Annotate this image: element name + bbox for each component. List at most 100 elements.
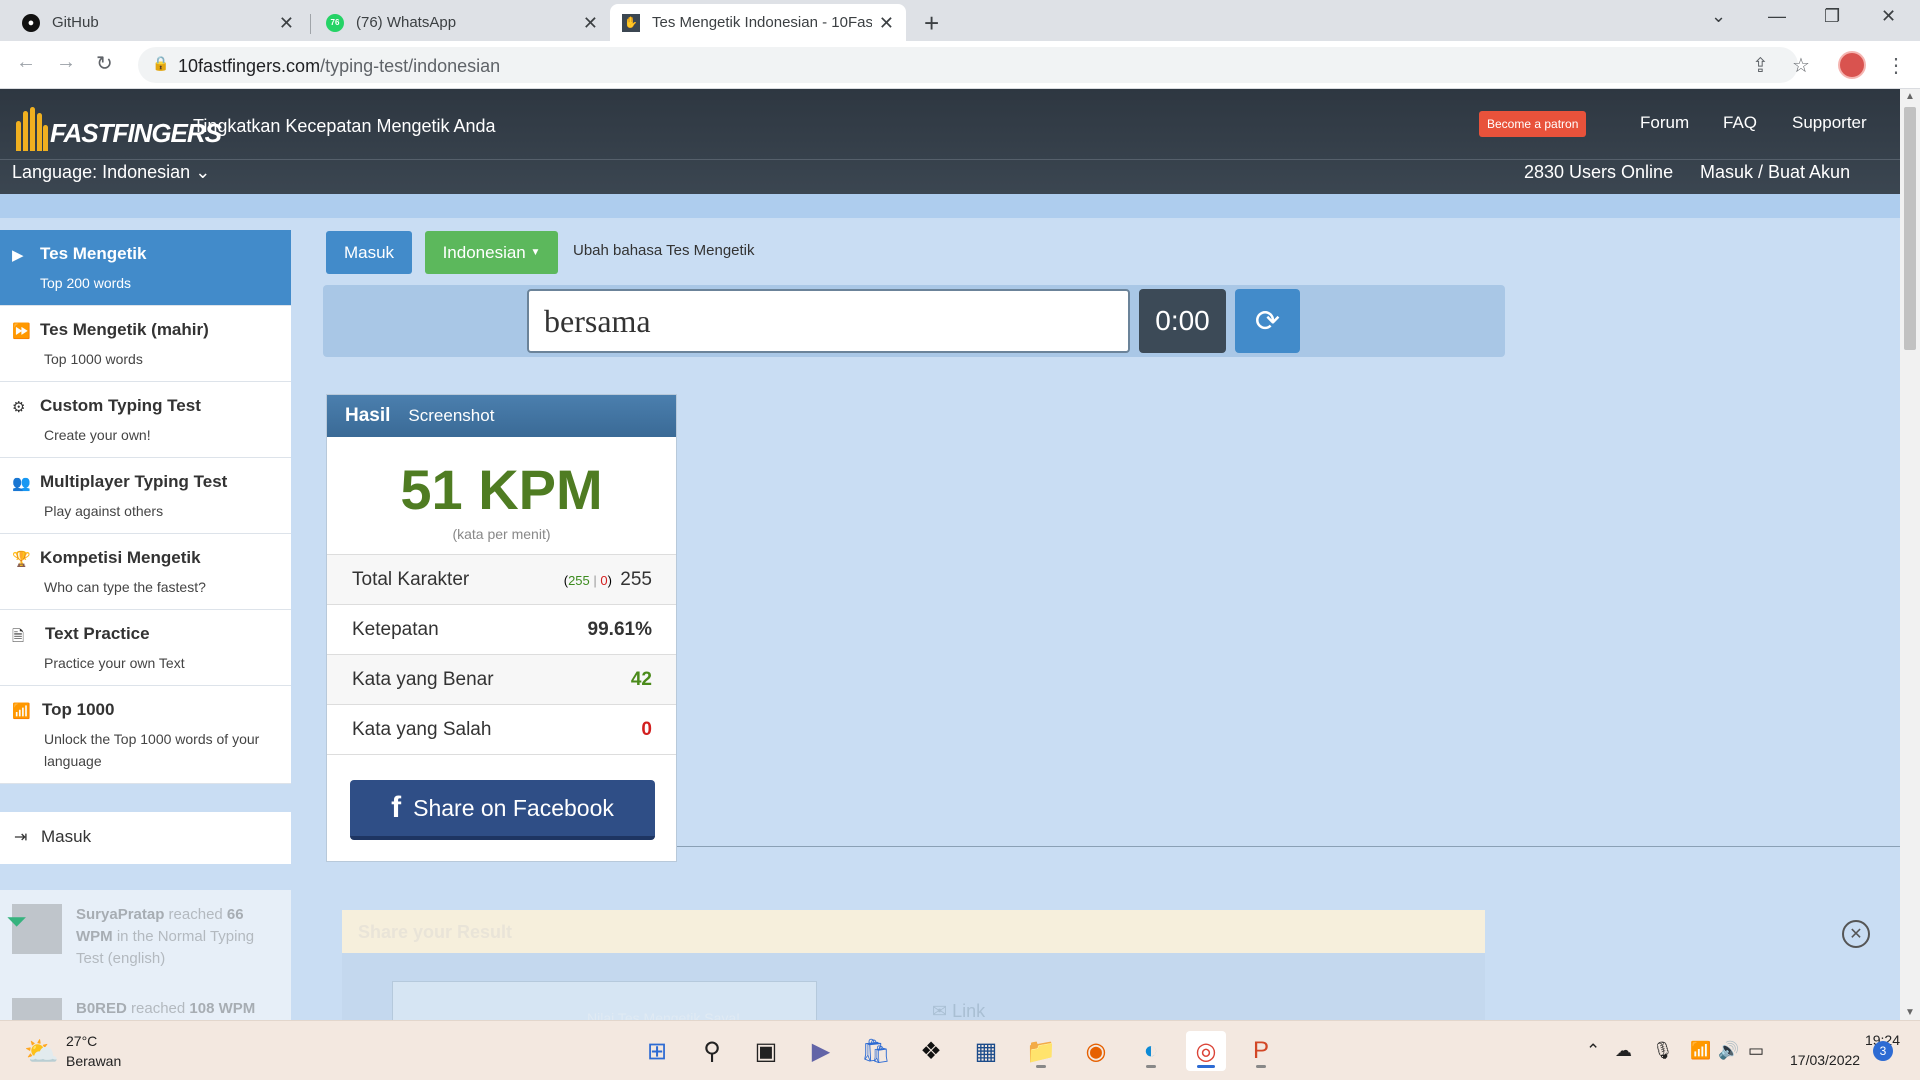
chat-icon: ▶ — [811, 1037, 831, 1065]
language-dropdown-button[interactable]: Indonesian ▼ — [425, 231, 558, 274]
chevron-up-icon[interactable]: ⌃ — [1586, 1041, 1600, 1061]
profile-avatar[interactable] — [1838, 51, 1866, 79]
sidebar-item-title: Tes Mengetik (mahir) — [40, 320, 209, 339]
new-tab-button[interactable]: + — [924, 8, 939, 39]
task-view-icon: ▣ — [754, 1037, 778, 1065]
10fastfingers-icon: ✋ — [622, 13, 640, 32]
sidebar-item-typing-test[interactable]: ▶ Tes Mengetik Top 200 words — [0, 230, 291, 306]
restore-icon[interactable]: ❐ — [1824, 6, 1840, 27]
search-button[interactable]: ⚲ — [692, 1031, 732, 1071]
sidebar-item-top-1000[interactable]: 📶 Top 1000 Unlock the Top 1000 words of … — [0, 686, 291, 784]
caret-down-icon: ▼ — [530, 247, 541, 258]
task-view-button[interactable]: ▣ — [746, 1031, 786, 1071]
microphone-icon[interactable]: 🎙 — [1652, 1041, 1674, 1061]
weather-description[interactable]: Berawan — [66, 1053, 121, 1069]
close-tab-icon[interactable]: ✕ — [279, 13, 294, 34]
battery-icon[interactable]: ▭ — [1748, 1041, 1764, 1061]
sidebar-item-custom-test[interactable]: ⚙ Custom Typing Test Create your own! — [0, 382, 291, 458]
app-icon: ▦ — [974, 1037, 998, 1065]
close-tab-icon[interactable]: ✕ — [879, 13, 894, 34]
wrong-words-value: 0 — [641, 719, 652, 740]
tab-title: Tes Mengetik Indonesian - 10Fas — [652, 14, 872, 31]
nav-faq[interactable]: FAQ — [1723, 113, 1757, 133]
sidebar-item-multiplayer[interactable]: 👥 Multiplayer Typing Test Play against o… — [0, 458, 291, 534]
scroll-down-icon[interactable]: ▼ — [1905, 1007, 1915, 1018]
edge-button[interactable]: ◐ — [1131, 1031, 1171, 1071]
teams-chat-button[interactable]: ▶ — [801, 1031, 841, 1071]
address-bar[interactable]: 🔒 10fastfingers.com/typing-test/indonesi… — [138, 47, 1798, 83]
cogs-icon: ⚙ — [12, 399, 26, 416]
keystroke-detail: (255 | 0) — [563, 573, 612, 588]
share-icon[interactable]: ⇪ — [1752, 53, 1769, 78]
tab-search-icon[interactable]: ⌄ — [1711, 6, 1726, 27]
sidebar-item-title: Custom Typing Test — [40, 396, 201, 415]
site-logo[interactable]: FASTFINGERS — [14, 101, 222, 151]
sidebar-login-label: Masuk — [41, 827, 92, 846]
sidebar-login-box[interactable]: ⇥ Masuk — [0, 812, 291, 864]
weather-cloud-icon[interactable]: ⛅ — [24, 1035, 59, 1068]
funnel-icon[interactable]: ⏷ — [6, 906, 27, 938]
login-register-link[interactable]: Masuk / Buat Akun — [1700, 162, 1850, 183]
weather-temperature[interactable]: 27°C — [66, 1033, 97, 1049]
document-icon: 🗎 — [12, 628, 25, 645]
tab-github[interactable]: ● GitHub ✕ — [10, 4, 306, 41]
dropbox-icon: ❖ — [920, 1037, 942, 1065]
close-icon: ✕ — [1849, 926, 1863, 943]
clock-date[interactable]: 17/03/2022 — [1790, 1052, 1860, 1068]
content-divider — [677, 846, 1902, 847]
sidebar-item-competition[interactable]: 🏆 Kompetisi Mengetik Who can type the fa… — [0, 534, 291, 610]
minimize-icon[interactable]: — — [1768, 6, 1786, 27]
windows-taskbar: ⛅ 27°C Berawan ⊞ ⚲ ▣ ▶ 🛍 ❖ ▦ 📁 ◉ ◐ ◎ P ⌃… — [0, 1020, 1920, 1080]
nav-supporter[interactable]: Supporter — [1792, 113, 1867, 133]
firefox-button[interactable]: ◉ — [1076, 1031, 1116, 1071]
share-result-image: Nilai Tes Mengetik Saya! — [392, 981, 817, 1026]
tab-screenshot[interactable]: Screenshot — [408, 406, 494, 426]
nav-forum[interactable]: Forum — [1640, 113, 1689, 133]
scroll-up-icon[interactable]: ▲ — [1905, 91, 1915, 102]
start-button[interactable]: ⊞ — [637, 1031, 677, 1071]
tab-10fastfingers[interactable]: ✋ Tes Mengetik Indonesian - 10Fas ✕ — [610, 4, 906, 41]
language-selector[interactable]: Language: Indonesian ⌄ — [12, 162, 210, 183]
sidebar-item-subtitle: Create your own! — [44, 427, 151, 443]
file-explorer-button[interactable]: 📁 — [1021, 1031, 1061, 1071]
share-link-label[interactable]: ✉ Link — [932, 1001, 985, 1022]
scroll-thumb[interactable] — [1904, 107, 1916, 350]
typing-input[interactable]: bersama — [527, 289, 1130, 353]
powerpoint-button[interactable]: P — [1241, 1031, 1281, 1071]
onedrive-cloud-icon[interactable]: ☁ — [1615, 1041, 1632, 1061]
bookmark-star-icon[interactable]: ☆ — [1792, 53, 1810, 78]
accuracy-value: 99.61% — [587, 619, 652, 640]
sidebar-item-title: Multiplayer Typing Test — [40, 472, 228, 491]
become-patron-button[interactable]: Become a patron — [1479, 111, 1587, 137]
restart-button[interactable]: ⟳ — [1235, 289, 1300, 353]
wifi-icon[interactable]: 📶 — [1690, 1041, 1711, 1061]
whatsapp-icon: 76 — [326, 13, 344, 32]
result-tabs: Hasil Screenshot — [327, 395, 676, 437]
dropbox-button[interactable]: ❖ — [911, 1031, 951, 1071]
page-scrollbar[interactable]: ▲ ▼ — [1900, 89, 1920, 1020]
reload-icon[interactable]: ↻ — [96, 51, 113, 76]
total-characters-value: 255 — [620, 569, 652, 590]
chrome-button[interactable]: ◎ — [1186, 1031, 1226, 1071]
tab-whatsapp[interactable]: 76 (76) WhatsApp ✕ — [314, 4, 610, 41]
share-facebook-button[interactable]: f Share on Facebook — [350, 780, 655, 840]
volume-icon[interactable]: 🔊 — [1718, 1041, 1739, 1061]
lock-icon: 🔒 — [152, 55, 170, 71]
tab-result[interactable]: Hasil — [345, 405, 390, 427]
sidebar-item-text-practice[interactable]: 🗎 Text Practice Practice your own Text — [0, 610, 291, 686]
login-button[interactable]: Masuk — [326, 231, 412, 274]
forward-icon[interactable]: → — [56, 51, 76, 74]
close-overlay-button[interactable]: ✕ — [1842, 920, 1870, 948]
back-icon[interactable]: ← — [16, 51, 36, 74]
sidebar-item-advanced-test[interactable]: ⏩ Tes Mengetik (mahir) Top 1000 words — [0, 306, 291, 382]
result-table: Total Karakter (255 | 0) 255 Ketepatan 9… — [327, 555, 676, 755]
close-tab-icon[interactable]: ✕ — [583, 13, 598, 34]
menu-icon[interactable]: ⋮ — [1886, 53, 1906, 78]
close-window-icon[interactable]: ✕ — [1881, 6, 1896, 27]
users-online-count: 2830 Users Online — [1524, 162, 1674, 182]
app-button[interactable]: ▦ — [966, 1031, 1006, 1071]
activity-item[interactable]: SuryaPratap reached 66 WPM in the Normal… — [12, 904, 276, 970]
timer: 0:00 — [1139, 289, 1226, 353]
notification-badge[interactable]: 3 — [1873, 1041, 1893, 1061]
store-button[interactable]: 🛍 — [856, 1031, 896, 1071]
